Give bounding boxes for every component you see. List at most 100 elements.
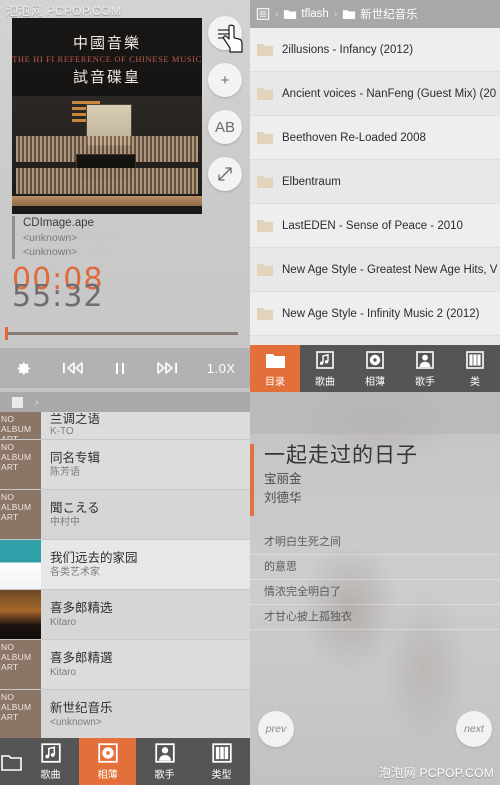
music-note-icon: [315, 349, 335, 371]
album-title: 同名专辑: [50, 450, 101, 465]
album-text: 我们远去的家园 各类艺术家: [41, 550, 138, 580]
lyrics-list[interactable]: 才明白生死之间 的意思 情浓完全明白了 才甘心披上孤独衣: [250, 530, 500, 630]
folder-icon: [257, 308, 273, 320]
tab-songs[interactable]: 歌曲: [22, 738, 79, 785]
expand-icon[interactable]: [208, 157, 242, 191]
album-artist: K-TO: [50, 426, 74, 437]
folder-browser-panel: › tflash › 新世纪音乐 2illusions - Infancy (2…: [250, 0, 500, 392]
folder-list[interactable]: 2illusions - Infancy (2012) Ancient voic…: [250, 28, 500, 345]
playlist-icon[interactable]: [208, 16, 243, 53]
folder-icon: [257, 220, 273, 232]
folder-name: LastEDEN - Sense of Peace - 2010: [282, 219, 463, 232]
tab-albums[interactable]: 相薄: [79, 738, 136, 785]
folder-icon: [284, 10, 297, 19]
tab-label: 类型: [211, 770, 232, 781]
folder-row[interactable]: New Age Style - Infinity Music 2 (2012): [250, 292, 500, 336]
piano-icon: [465, 349, 485, 371]
album-text: 新世纪音乐 <unknown>: [41, 700, 113, 730]
piano-icon: [211, 742, 233, 764]
plus-icon[interactable]: +: [208, 63, 242, 97]
next-glyph: [157, 362, 177, 374]
transport-controls: 1.0X: [0, 348, 250, 388]
seek-handle[interactable]: [5, 327, 8, 340]
tab-label: 歌曲: [40, 770, 61, 781]
console-fader-row: [16, 168, 198, 194]
gear-icon[interactable]: [14, 359, 33, 378]
breadcrumb-item-current[interactable]: 新世纪音乐: [342, 6, 418, 22]
folder-row[interactable]: Elbentraum: [250, 160, 500, 204]
album-title: 喜多郎精選: [50, 650, 113, 665]
folder-row[interactable]: New Age Style - Greatest New Age Hits, V: [250, 248, 500, 292]
list-item[interactable]: 喜多郎精选 Kitaro: [0, 590, 250, 640]
song-accent-bar: [250, 444, 254, 516]
expand-arrow-glyph: [218, 167, 232, 181]
previous-track-button[interactable]: [62, 360, 84, 376]
folder-row[interactable]: Beethoven Re-Loaded 2008: [250, 116, 500, 160]
no-album-art-label: NO ALBUM ART: [1, 642, 32, 672]
folder-name: Ancient voices - NanFeng (Guest Mix) (20: [282, 87, 497, 100]
no-album-art-label: NO ALBUM ART: [1, 414, 32, 439]
album-text: 聞こえる 中村中: [41, 500, 100, 530]
folder-icon: [257, 132, 273, 144]
playback-speed-button[interactable]: 1.0X: [207, 361, 236, 376]
folder-row[interactable]: 2illusions - Infancy (2012): [250, 28, 500, 72]
list-icon[interactable]: [256, 7, 270, 21]
tab-label: 歌手: [154, 770, 175, 781]
breadcrumb-item-tflash[interactable]: tflash: [283, 8, 329, 20]
breadcrumb-separator: ›: [333, 8, 338, 20]
list-item[interactable]: NO ALBUM ART 喜多郎精選 Kitaro: [0, 640, 250, 690]
tab-label: 类: [470, 377, 480, 388]
no-album-art-label: NO ALBUM ART: [1, 492, 32, 522]
folder-name: Elbentraum: [282, 175, 341, 188]
song-artist: 刘德华: [264, 491, 302, 505]
folder-name: New Age Style - Greatest New Age Hits, V: [282, 263, 498, 276]
album-thumbnail: NO ALBUM ART: [0, 490, 41, 539]
time-display: 00:08 55:32: [10, 262, 240, 314]
tab-genres[interactable]: 类: [450, 345, 500, 392]
tab-albums[interactable]: 相薄: [350, 345, 400, 392]
next-button[interactable]: next: [456, 711, 492, 747]
folder-name: New Age Style - Infinity Music 2 (2012): [282, 307, 480, 320]
list-item[interactable]: 我们远去的家园 各类艺术家: [0, 540, 250, 590]
album-art-title-top: 中國音樂: [72, 34, 141, 52]
list-item[interactable]: NO ALBUM ART 新世纪音乐 <unknown>: [0, 690, 250, 739]
square-icon[interactable]: [12, 396, 23, 408]
lyric-line: 的意思: [250, 555, 500, 580]
album-list[interactable]: NO ALBUM ART 兰调之语 K-TO NO ALBUM ART 同名专辑…: [0, 412, 250, 739]
prev-button[interactable]: prev: [258, 711, 294, 747]
tab-directory[interactable]: 目录: [250, 345, 300, 392]
track-info: CDImage.ape <unknown> <unknown>: [12, 216, 223, 259]
pause-button[interactable]: [113, 360, 127, 376]
album-thumbnail: NO ALBUM ART: [0, 640, 41, 689]
lyric-line: 才甘心披上孤独衣: [250, 605, 500, 630]
album-text: 兰调之语 K-TO: [41, 413, 100, 439]
tab-artists[interactable]: 歌手: [400, 345, 450, 392]
ab-repeat-icon[interactable]: AB: [208, 110, 242, 144]
album-text: 喜多郎精选 Kitaro: [41, 600, 113, 630]
next-track-button[interactable]: [156, 360, 178, 376]
folder-row[interactable]: Ancient voices - NanFeng (Guest Mix) (20: [250, 72, 500, 116]
album-art-title-bottom: 試音碟皇: [72, 68, 141, 86]
list-item[interactable]: NO ALBUM ART 兰调之语 K-TO: [0, 412, 250, 440]
now-playing-panel: 泡泡网 PCPOP.COM 中國音樂 THE HI FI REFERENCE O…: [0, 0, 250, 392]
seek-bar[interactable]: [6, 332, 238, 335]
tab-label: 相薄: [365, 377, 385, 388]
album-art[interactable]: 中國音樂 THE HI FI REFERENCE OF CHINESE MUSI…: [12, 18, 202, 214]
album-text: 喜多郎精選 Kitaro: [41, 650, 113, 680]
folder-row[interactable]: P.O.V. - Life Of Energy (2012): [250, 336, 500, 345]
list-item[interactable]: NO ALBUM ART 聞こえる 中村中: [0, 490, 250, 540]
tab-songs[interactable]: 歌曲: [300, 345, 350, 392]
album-art-console-image: [12, 96, 202, 214]
album-thumbnail: NO ALBUM ART: [0, 690, 41, 739]
chevron-right-icon[interactable]: ›: [35, 397, 38, 408]
person-icon: [415, 349, 435, 371]
tab-artists[interactable]: 歌手: [136, 738, 193, 785]
list-item[interactable]: NO ALBUM ART 同名专辑 陈芳语: [0, 440, 250, 490]
song-album: 宝丽金: [264, 472, 302, 486]
album-title: 聞こえる: [50, 500, 100, 515]
tab-directory[interactable]: [0, 738, 22, 785]
folder-icon: [0, 751, 22, 773]
folder-row[interactable]: LastEDEN - Sense of Peace - 2010: [250, 204, 500, 248]
tab-genres[interactable]: 类型: [193, 738, 250, 785]
album-thumbnail: NO ALBUM ART: [0, 440, 41, 489]
